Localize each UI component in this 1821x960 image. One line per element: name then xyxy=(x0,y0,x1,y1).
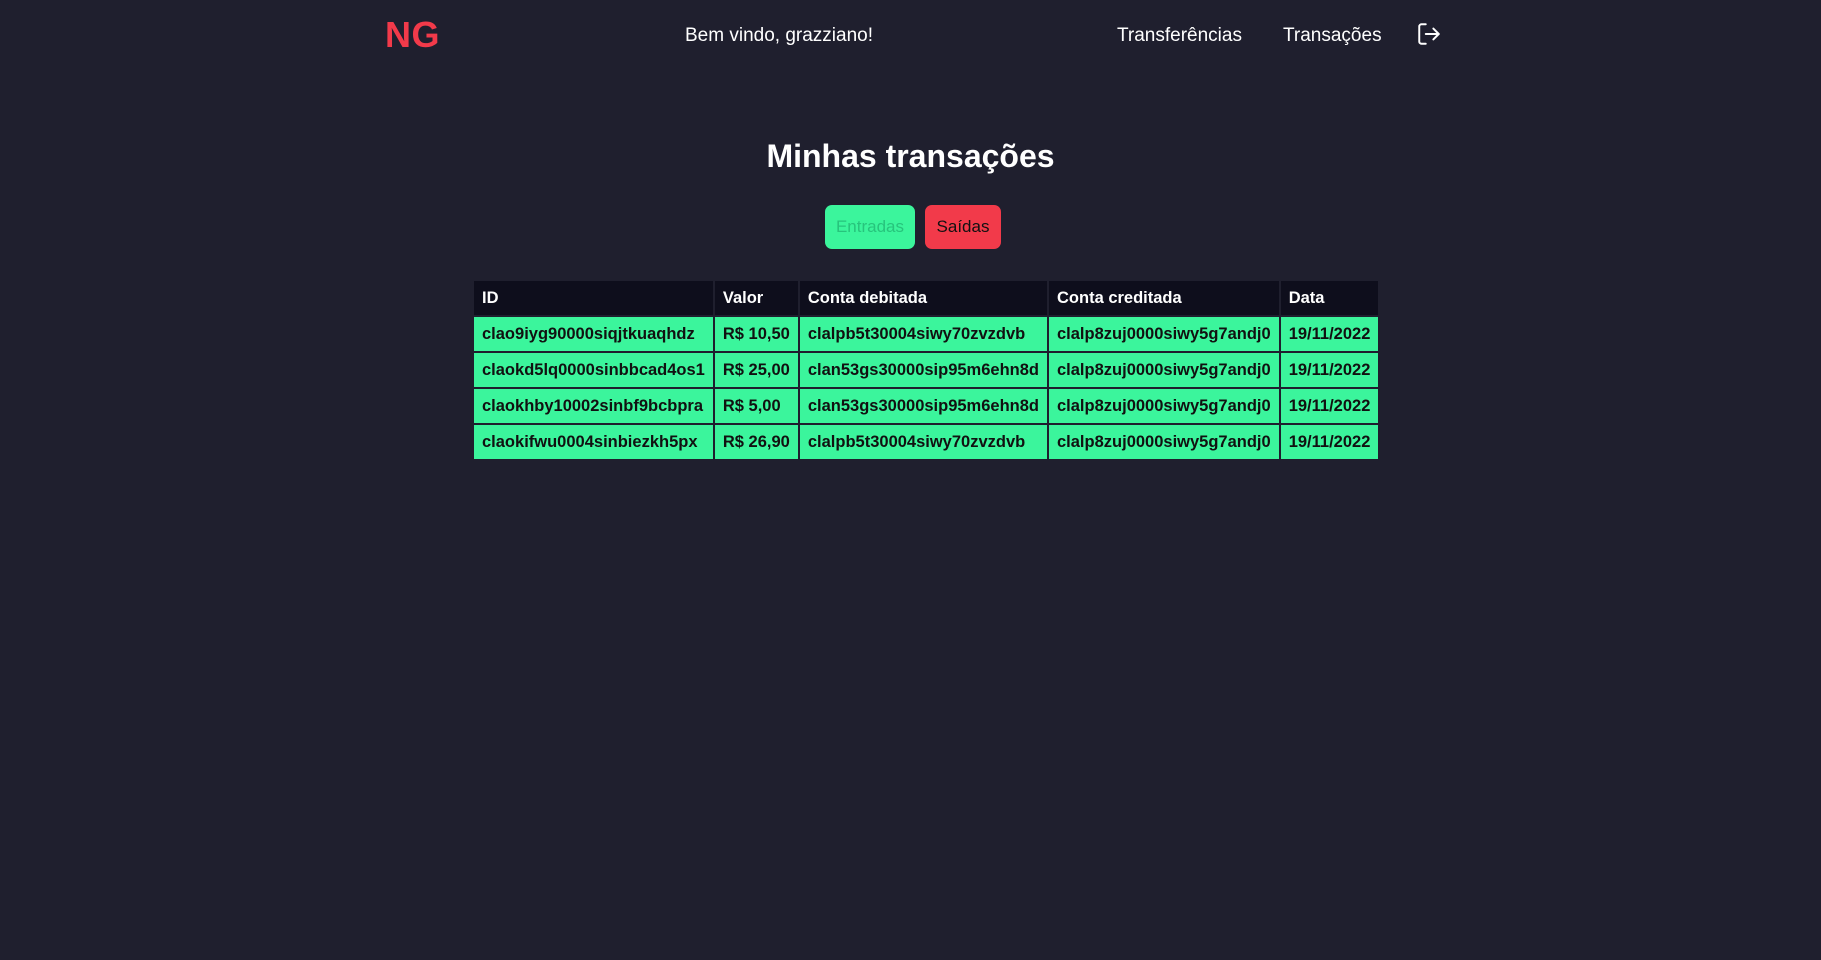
cell-id: claokd5lq0000sinbbcad4os1 xyxy=(474,353,713,387)
cell-date: 19/11/2022 xyxy=(1280,389,1379,423)
cell-value: R$ 5,00 xyxy=(714,389,798,423)
table-row: claokhby10002sinbf9bcbpra R$ 5,00 clan53… xyxy=(474,389,1379,423)
cell-debited-account: clalpb5t30004siwy70zvzdvb xyxy=(799,425,1047,459)
table-header-row: ID Valor Conta debitada Conta creditada … xyxy=(474,281,1379,315)
logout-icon[interactable] xyxy=(1416,21,1442,47)
cell-date: 19/11/2022 xyxy=(1280,425,1379,459)
cell-credited-account: clalp8zuj0000siwy5g7andj0 xyxy=(1049,389,1279,423)
cell-value: R$ 10,50 xyxy=(714,317,798,351)
nav-link-transfers[interactable]: Transferências xyxy=(1117,25,1242,47)
cell-id: clao9iyg90000siqjtkuaqhdz xyxy=(474,317,713,351)
cell-date: 19/11/2022 xyxy=(1280,353,1379,387)
cell-date: 19/11/2022 xyxy=(1280,317,1379,351)
cell-id: claokifwu0004sinbiezkh5px xyxy=(474,425,713,459)
page-title: Minhas transações xyxy=(766,138,1055,174)
cell-debited-account: clalpb5t30004siwy70zvzdvb xyxy=(799,317,1047,351)
transactions-table: ID Valor Conta debitada Conta creditada … xyxy=(472,279,1380,461)
cell-id: claokhby10002sinbf9bcbpra xyxy=(474,389,713,423)
nav-link-transactions[interactable]: Transações xyxy=(1283,25,1382,47)
column-header-date: Data xyxy=(1280,281,1379,315)
column-header-debited-account: Conta debitada xyxy=(799,281,1047,315)
table-row: claokifwu0004sinbiezkh5px R$ 26,90 clalp… xyxy=(474,425,1379,459)
filter-outgoing-button[interactable]: Saídas xyxy=(925,205,1001,249)
column-header-value: Valor xyxy=(714,281,798,315)
table-row: claokd5lq0000sinbbcad4os1 R$ 25,00 clan5… xyxy=(474,353,1379,387)
top-navigation-bar: NG Bem vindo, grazziano! Transferências … xyxy=(0,0,1821,70)
logo[interactable]: NG xyxy=(385,14,440,56)
welcome-message: Bem vindo, grazziano! xyxy=(685,25,873,46)
cell-credited-account: clalp8zuj0000siwy5g7andj0 xyxy=(1049,425,1279,459)
column-header-id: ID xyxy=(474,281,713,315)
cell-debited-account: clan53gs30000sip95m6ehn8d xyxy=(799,353,1047,387)
cell-value: R$ 26,90 xyxy=(714,425,798,459)
cell-credited-account: clalp8zuj0000siwy5g7andj0 xyxy=(1049,317,1279,351)
column-header-credited-account: Conta creditada xyxy=(1049,281,1279,315)
table-row: clao9iyg90000siqjtkuaqhdz R$ 10,50 clalp… xyxy=(474,317,1379,351)
cell-value: R$ 25,00 xyxy=(714,353,798,387)
filter-incoming-button[interactable]: Entradas xyxy=(825,205,915,249)
cell-debited-account: clan53gs30000sip95m6ehn8d xyxy=(799,389,1047,423)
cell-credited-account: clalp8zuj0000siwy5g7andj0 xyxy=(1049,353,1279,387)
